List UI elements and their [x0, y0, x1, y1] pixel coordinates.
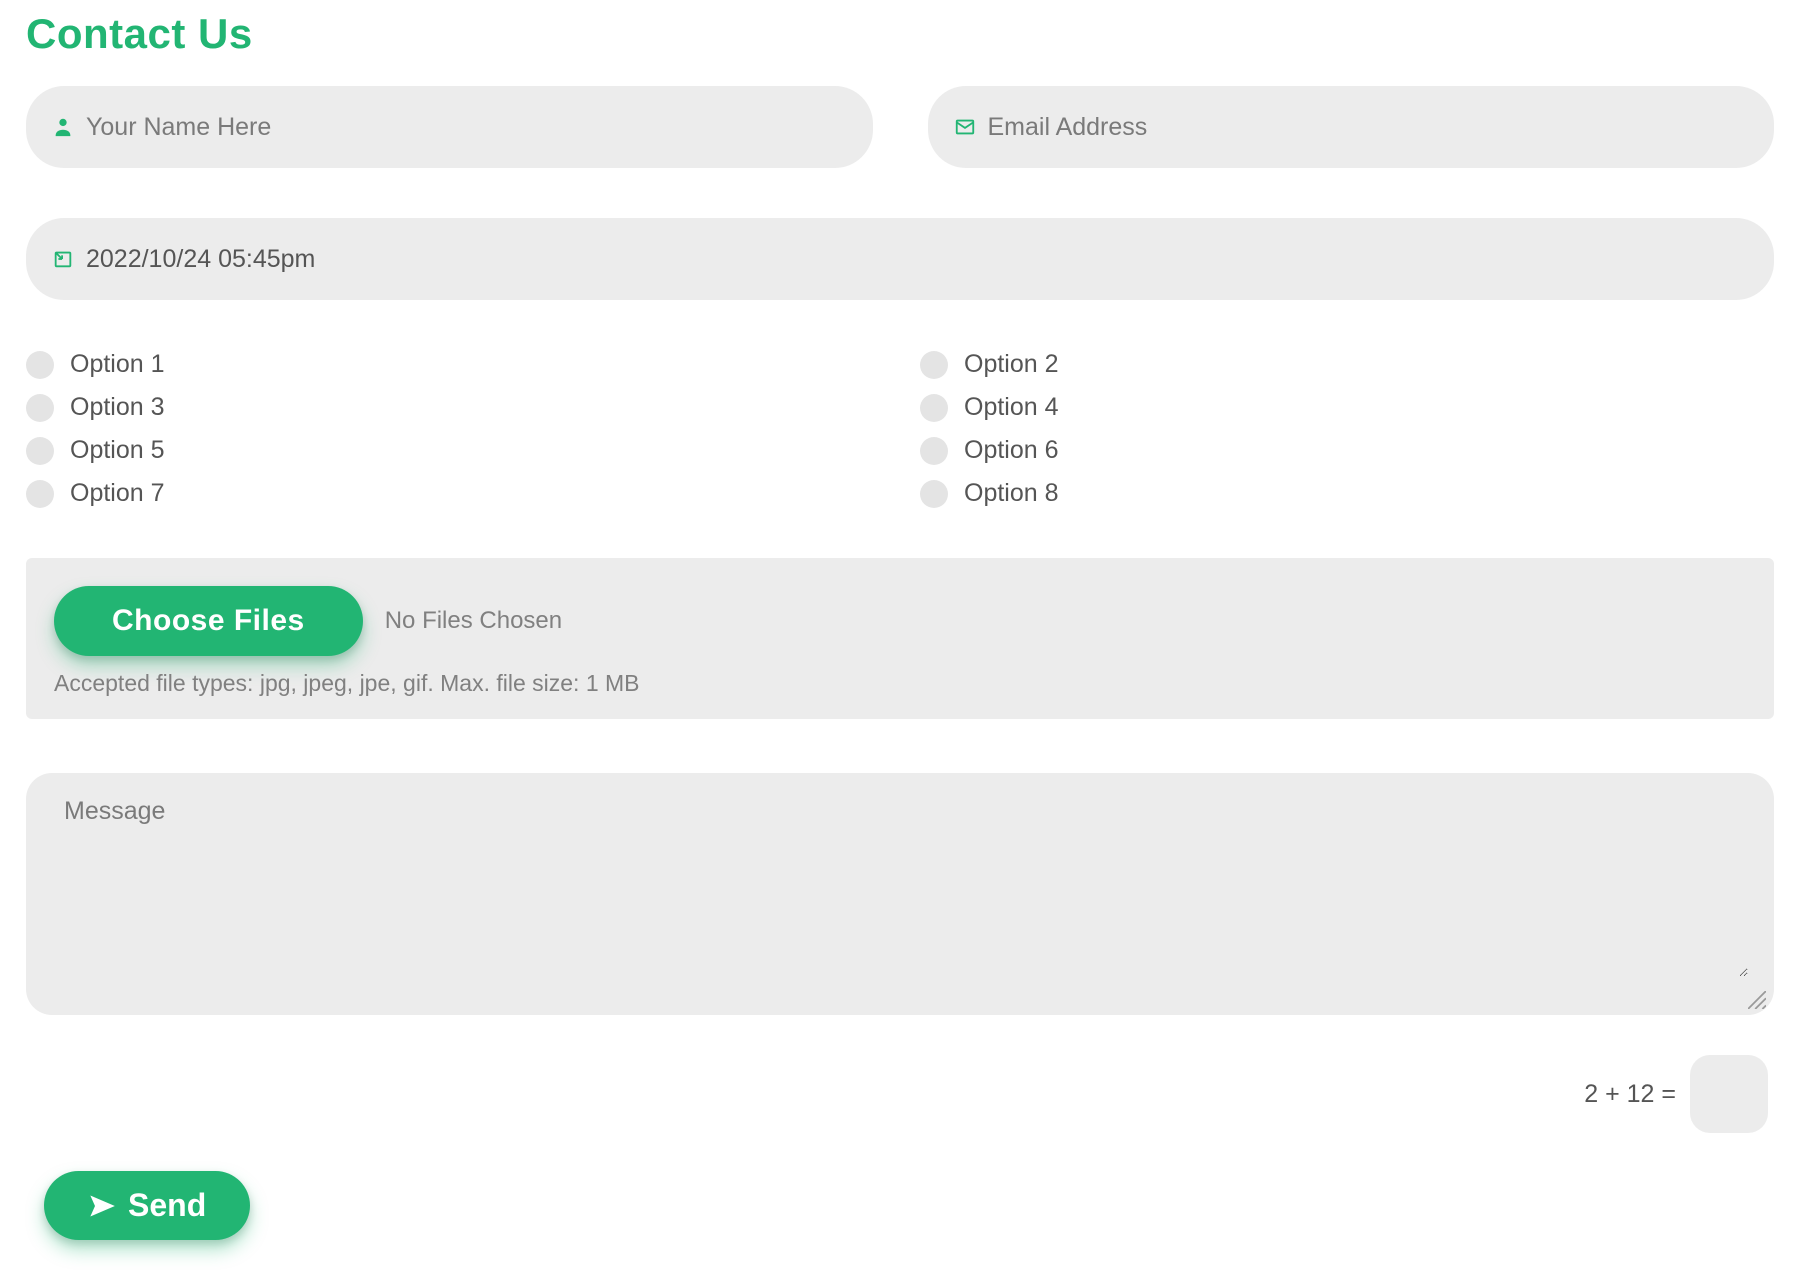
datetime-input[interactable] [86, 245, 1748, 274]
person-icon [52, 116, 74, 138]
file-upload-status: No Files Chosen [385, 607, 562, 635]
checkbox-label: Option 3 [70, 393, 165, 422]
checkbox-item[interactable]: Option 1 [26, 350, 880, 379]
checkbox-group: Option 1 Option 2 Option 3 Option 4 Opti… [26, 350, 1774, 508]
checkbox-circle-icon[interactable] [920, 351, 948, 379]
send-button-label: Send [128, 1187, 206, 1224]
captcha-row: 2 + 12 = [26, 1055, 1774, 1133]
file-upload-hint: Accepted file types: jpg, jpeg, jpe, gif… [54, 670, 1746, 697]
captcha-input[interactable] [1690, 1055, 1768, 1133]
checkbox-circle-icon[interactable] [26, 394, 54, 422]
name-field-wrapper [26, 86, 873, 168]
checkbox-circle-icon[interactable] [26, 437, 54, 465]
checkbox-item[interactable]: Option 8 [920, 479, 1774, 508]
file-upload-box: Choose Files No Files Chosen Accepted fi… [26, 558, 1774, 719]
checkbox-label: Option 5 [70, 436, 165, 465]
checkbox-item[interactable]: Option 5 [26, 436, 880, 465]
checkbox-circle-icon[interactable] [26, 480, 54, 508]
checkbox-circle-icon[interactable] [920, 480, 948, 508]
send-button[interactable]: Send [44, 1171, 250, 1240]
resize-handle-icon[interactable] [1748, 991, 1766, 1009]
checkbox-item[interactable]: Option 7 [26, 479, 880, 508]
checkbox-item[interactable]: Option 2 [920, 350, 1774, 379]
message-textarea[interactable] [64, 797, 1748, 977]
datetime-icon [52, 248, 74, 270]
captcha-question: 2 + 12 = [1584, 1080, 1676, 1109]
checkbox-circle-icon[interactable] [26, 351, 54, 379]
checkbox-label: Option 6 [964, 436, 1059, 465]
page-title: Contact Us [26, 10, 1774, 58]
checkbox-label: Option 4 [964, 393, 1059, 422]
email-field-wrapper [928, 86, 1775, 168]
name-input[interactable] [86, 113, 847, 142]
checkbox-label: Option 1 [70, 350, 165, 379]
checkbox-item[interactable]: Option 6 [920, 436, 1774, 465]
paper-plane-icon [88, 1192, 116, 1220]
checkbox-circle-icon[interactable] [920, 437, 948, 465]
message-field-wrapper [26, 773, 1774, 1015]
email-icon [954, 116, 976, 138]
checkbox-item[interactable]: Option 3 [26, 393, 880, 422]
checkbox-circle-icon[interactable] [920, 394, 948, 422]
checkbox-item[interactable]: Option 4 [920, 393, 1774, 422]
email-input[interactable] [988, 113, 1749, 142]
checkbox-label: Option 7 [70, 479, 165, 508]
checkbox-label: Option 8 [964, 479, 1059, 508]
choose-files-button[interactable]: Choose Files [54, 586, 363, 656]
checkbox-label: Option 2 [964, 350, 1059, 379]
datetime-field-wrapper [26, 218, 1774, 300]
